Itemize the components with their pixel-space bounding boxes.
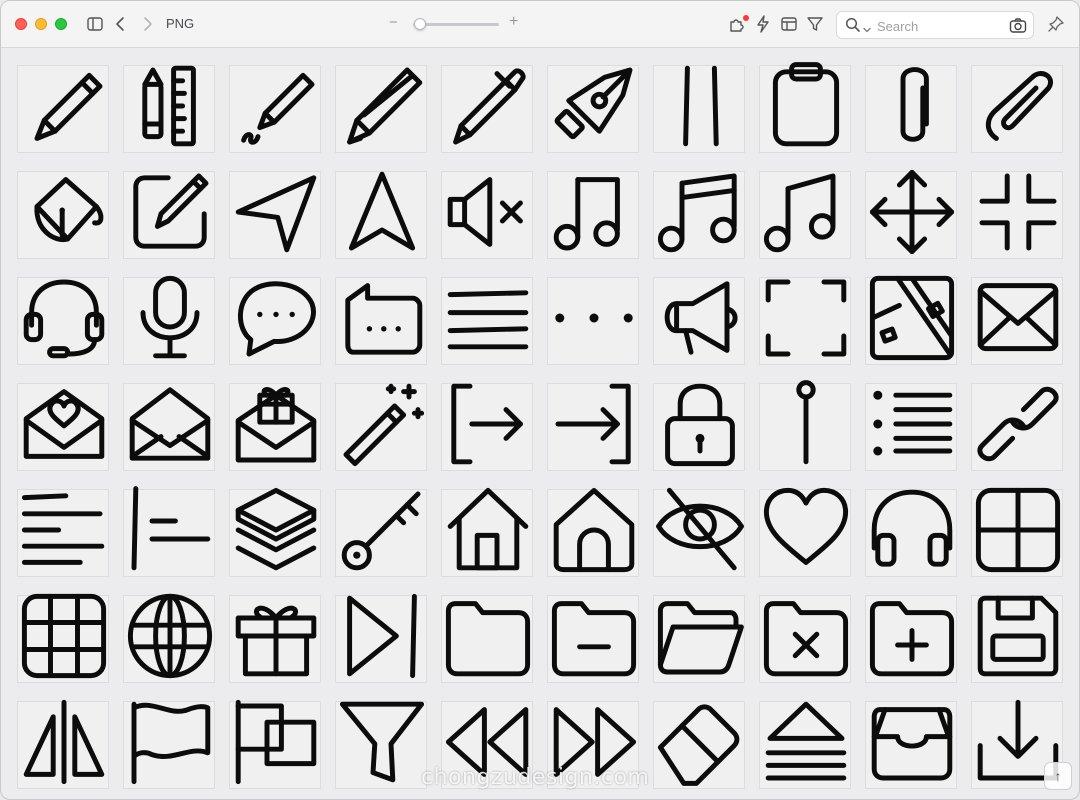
camera-icon[interactable] bbox=[1009, 17, 1027, 34]
search-icon[interactable] bbox=[845, 17, 861, 33]
edit-square-icon[interactable] bbox=[125, 167, 215, 257]
fullscreen-corners-icon[interactable] bbox=[761, 273, 851, 363]
zoom-out-button[interactable]: − bbox=[389, 14, 398, 31]
sidebar-toggle-icon[interactable] bbox=[85, 14, 105, 34]
layers-icon[interactable] bbox=[231, 485, 321, 575]
speech-bubble-dots-icon[interactable] bbox=[231, 273, 321, 363]
microphone-icon[interactable] bbox=[125, 273, 215, 363]
pencil-ruler-icon[interactable] bbox=[125, 61, 215, 151]
speaker-mute-icon[interactable] bbox=[443, 167, 533, 257]
envelope-open-icon[interactable] bbox=[125, 379, 215, 469]
headset-icon[interactable] bbox=[19, 273, 109, 363]
indent-icon[interactable] bbox=[125, 485, 215, 575]
grid-9-icon[interactable] bbox=[19, 591, 109, 681]
double-bar-icon[interactable] bbox=[655, 61, 745, 151]
back-icon[interactable] bbox=[111, 14, 131, 34]
fountain-pen-nib-icon[interactable] bbox=[549, 61, 639, 151]
home-icon[interactable] bbox=[443, 485, 533, 575]
folder-icon[interactable] bbox=[443, 591, 533, 681]
navigation-arrow-icon[interactable] bbox=[231, 167, 321, 257]
pencil-icon[interactable] bbox=[19, 61, 109, 151]
eject-icon[interactable] bbox=[761, 697, 851, 787]
pin-icon[interactable] bbox=[761, 379, 851, 469]
headphones-icon[interactable] bbox=[867, 485, 957, 575]
floppy-disk-icon[interactable] bbox=[973, 591, 1063, 681]
gift-icon[interactable] bbox=[231, 591, 321, 681]
music-note-icon[interactable] bbox=[549, 167, 639, 257]
zoom-slider-thumb[interactable] bbox=[414, 18, 427, 30]
eye-slash-icon[interactable] bbox=[655, 485, 745, 575]
filter-icon[interactable] bbox=[805, 14, 825, 34]
music-notes-double-icon[interactable] bbox=[655, 167, 745, 257]
home-2-icon[interactable] bbox=[549, 485, 639, 575]
text-align-left-icon[interactable] bbox=[19, 485, 109, 575]
inbox-icon[interactable] bbox=[867, 697, 957, 787]
sign-out-icon[interactable] bbox=[443, 379, 533, 469]
folder-x-icon[interactable] bbox=[761, 591, 851, 681]
minimize-window-button[interactable] bbox=[35, 18, 47, 30]
lightning-icon[interactable] bbox=[753, 14, 773, 34]
paperclip-icon[interactable] bbox=[867, 61, 957, 151]
message-dots-icon[interactable] bbox=[337, 273, 427, 363]
key-icon[interactable] bbox=[337, 485, 427, 575]
magic-wand-icon[interactable] bbox=[337, 379, 427, 469]
envelope-gift-icon[interactable] bbox=[231, 379, 321, 469]
minimize-icon[interactable] bbox=[973, 167, 1063, 257]
icon-grid bbox=[1, 49, 1079, 799]
close-window-button[interactable] bbox=[15, 18, 27, 30]
eraser-icon[interactable] bbox=[655, 697, 745, 787]
search-field[interactable] bbox=[836, 11, 1034, 39]
music-notes-icon[interactable] bbox=[761, 167, 851, 257]
heart-icon[interactable] bbox=[761, 485, 851, 575]
pen-icon[interactable] bbox=[443, 61, 533, 151]
lock-icon[interactable] bbox=[655, 379, 745, 469]
layout-icon[interactable] bbox=[779, 14, 799, 34]
folder-minus-icon[interactable] bbox=[549, 591, 639, 681]
app-window: PNG − + Search chongzudesign.com ↑ bbox=[0, 0, 1080, 800]
envelope-icon[interactable] bbox=[973, 273, 1063, 363]
toolbar: PNG − + bbox=[1, 1, 1079, 48]
clipboard-icon[interactable] bbox=[761, 61, 851, 151]
flip-horizontal-icon[interactable] bbox=[19, 697, 109, 787]
paint-bucket-icon[interactable] bbox=[19, 167, 109, 257]
flags-icon[interactable] bbox=[231, 697, 321, 787]
flag-icon[interactable] bbox=[125, 697, 215, 787]
zoom-window-button[interactable] bbox=[55, 18, 67, 30]
link-icon[interactable] bbox=[973, 379, 1063, 469]
scroll-to-top-button[interactable]: ↑ bbox=[1044, 762, 1072, 790]
notification-badge bbox=[743, 15, 749, 21]
search-input[interactable] bbox=[877, 16, 997, 36]
pencil-squiggle-icon[interactable] bbox=[231, 61, 321, 151]
watermark-text: chongzudesign.com bbox=[421, 765, 650, 790]
pencil-2-icon[interactable] bbox=[337, 61, 427, 151]
paperclip-2-icon[interactable] bbox=[973, 61, 1063, 151]
dots-horizontal-icon[interactable] bbox=[549, 273, 639, 363]
navigation-north-icon[interactable] bbox=[337, 167, 427, 257]
list-bullets-icon[interactable] bbox=[867, 379, 957, 469]
sign-in-icon[interactable] bbox=[549, 379, 639, 469]
chevron-down-icon[interactable] bbox=[863, 21, 871, 33]
folder-plus-icon[interactable] bbox=[867, 591, 957, 681]
pin-icon[interactable] bbox=[1047, 15, 1065, 33]
funnel-icon[interactable] bbox=[337, 697, 427, 787]
menu-lines-icon[interactable] bbox=[443, 273, 533, 363]
move-arrows-icon[interactable] bbox=[867, 167, 957, 257]
map-icon[interactable] bbox=[867, 273, 957, 363]
forward-icon[interactable] bbox=[137, 14, 157, 34]
envelope-heart-icon[interactable] bbox=[19, 379, 109, 469]
window-title: PNG bbox=[166, 16, 195, 31]
folder-open-icon[interactable] bbox=[655, 591, 745, 681]
play-next-icon[interactable] bbox=[337, 591, 427, 681]
grid-4-icon[interactable] bbox=[973, 485, 1063, 575]
globe-icon[interactable] bbox=[125, 591, 215, 681]
zoom-in-button[interactable]: + bbox=[509, 13, 518, 31]
megaphone-icon[interactable] bbox=[655, 273, 745, 363]
